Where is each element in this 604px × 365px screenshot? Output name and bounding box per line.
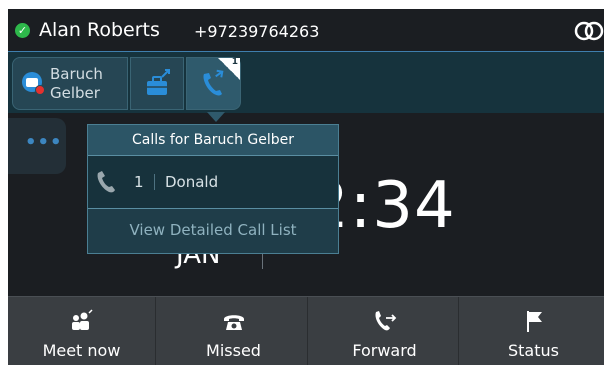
softkey-label: Meet now [42,341,121,360]
softkey-label: Forward [352,341,417,360]
calls-popup: Calls for Baruch Gelber 1 Donald View De… [87,124,339,254]
softkey-bar: Meet now Missed Forward Status [8,296,604,365]
phone-screen: ✓ Alan Roberts +97239764263 Baruch Gelbe… [8,9,604,365]
forward-button[interactable]: Forward [311,297,459,365]
check-circle-icon: ✓ [15,23,30,38]
line-key-calls[interactable]: 1 [186,57,241,110]
missed-call-icon [223,315,244,330]
call-count: 1 [231,57,238,67]
meet-now-button[interactable]: Meet now [8,297,156,365]
flag-icon [526,311,542,332]
softkey-label: Status [508,341,559,360]
more-dots-icon: ••• [25,132,63,153]
status-bar: ✓ Alan Roberts +97239764263 [8,9,604,52]
row-divider [154,174,155,190]
popup-pointer [207,112,225,122]
call-count: 1 [134,173,144,191]
briefcase-forward-icon [147,69,170,95]
user-name: Alan Roberts [39,19,160,41]
caller-name: Donald [165,173,219,191]
line-key-label: Baruch Gelber [50,65,103,102]
line-key-briefcase[interactable] [130,57,184,110]
missed-button[interactable]: Missed [160,297,308,365]
call-list-item[interactable]: 1 Donald [88,155,338,209]
line-key-bar: Baruch Gelber 1 [8,52,604,113]
user-phone-number: +97239764263 [194,22,320,41]
softkey-label: Missed [206,341,261,360]
meet-now-icon [71,309,93,330]
briefcase-user-icon [22,72,45,95]
linked-rings-icon [574,21,604,41]
phone-icon [97,171,115,193]
more-lines-button[interactable]: ••• [8,118,66,174]
popup-title: Calls for Baruch Gelber [88,125,338,155]
line-key-baruch-gelber[interactable]: Baruch Gelber [12,57,128,110]
view-detailed-call-list-link[interactable]: View Detailed Call List [88,221,338,243]
forward-call-icon [374,311,396,331]
status-button[interactable]: Status [463,297,604,365]
